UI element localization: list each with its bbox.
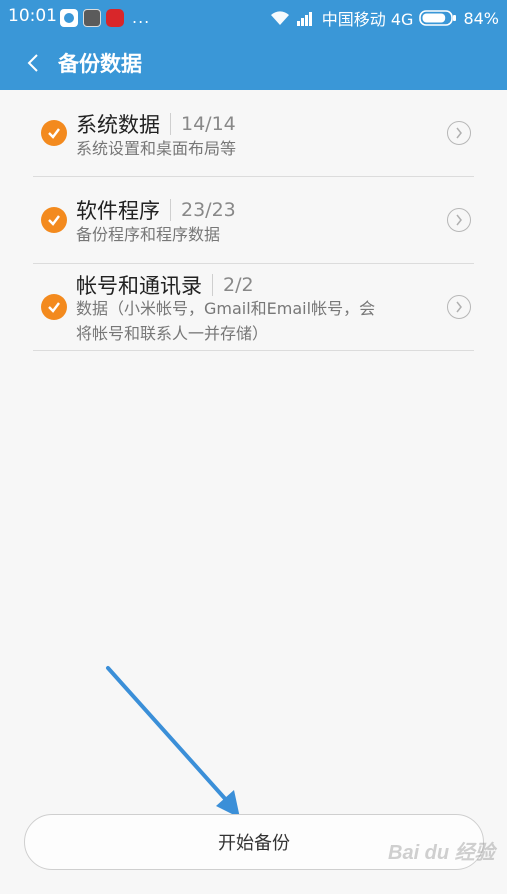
- item-count: 2/2: [223, 274, 254, 296]
- chevron-left-icon: [27, 54, 38, 72]
- list-item-accounts-contacts[interactable]: 帐号和通讯录 2/2 数据（小米帐号，Gmail和Email帐号，会将帐号和联系…: [33, 264, 474, 351]
- message-notification-icon: [83, 8, 101, 27]
- status-time: 10:01: [8, 6, 57, 26]
- chevron-right-icon[interactable]: [447, 121, 471, 145]
- divider: [212, 274, 213, 296]
- battery-icon: [419, 10, 457, 26]
- checkmark-icon[interactable]: [41, 207, 67, 233]
- app-header: 10:01 ... 中国移动 4G 84% 备份数据: [0, 0, 507, 90]
- start-backup-label: 开始备份: [218, 833, 290, 854]
- alarm-notification-icon: [106, 8, 124, 27]
- watermark-logo: Bai du 经验: [388, 842, 495, 864]
- item-title: 系统数据: [76, 113, 160, 137]
- back-button[interactable]: [16, 46, 50, 80]
- carrier-label: 中国移动 4G: [321, 10, 414, 29]
- item-count: 14/14: [181, 113, 236, 135]
- battery-percent: 84%: [463, 8, 499, 28]
- chevron-right-icon[interactable]: [447, 208, 471, 232]
- page-title: 备份数据: [58, 52, 142, 76]
- list-item-system-data[interactable]: 系统数据 14/14 系统设置和桌面布局等: [33, 90, 474, 177]
- status-right: 中国移动 4G 84%: [270, 6, 499, 30]
- status-bar: 10:01 ... 中国移动 4G 84%: [0, 0, 507, 34]
- notification-icons: ...: [60, 8, 150, 27]
- list-item-apps[interactable]: 软件程序 23/23 备份程序和程序数据: [33, 177, 474, 264]
- annotation-arrow-icon: [106, 666, 240, 818]
- more-notifications: ...: [132, 8, 151, 27]
- chevron-right-icon[interactable]: [447, 295, 471, 319]
- app-notification-icon: [60, 8, 78, 27]
- item-description: 数据（小米帐号，Gmail和Email帐号，会将帐号和联系人一并存储）: [76, 299, 376, 343]
- signal-icon: [296, 10, 316, 26]
- backup-item-list: 系统数据 14/14 系统设置和桌面布局等 软件程序 23/23 备份程序和程序…: [33, 90, 474, 351]
- divider: [170, 199, 171, 221]
- item-count: 23/23: [181, 199, 236, 221]
- checkmark-icon[interactable]: [41, 120, 67, 146]
- item-title: 软件程序: [76, 199, 160, 223]
- title-bar: 备份数据: [0, 40, 507, 84]
- item-description: 系统设置和桌面布局等: [76, 139, 237, 158]
- wifi-icon: [270, 10, 290, 26]
- divider: [170, 113, 171, 135]
- checkmark-icon[interactable]: [41, 294, 67, 320]
- item-description: 备份程序和程序数据: [76, 225, 221, 244]
